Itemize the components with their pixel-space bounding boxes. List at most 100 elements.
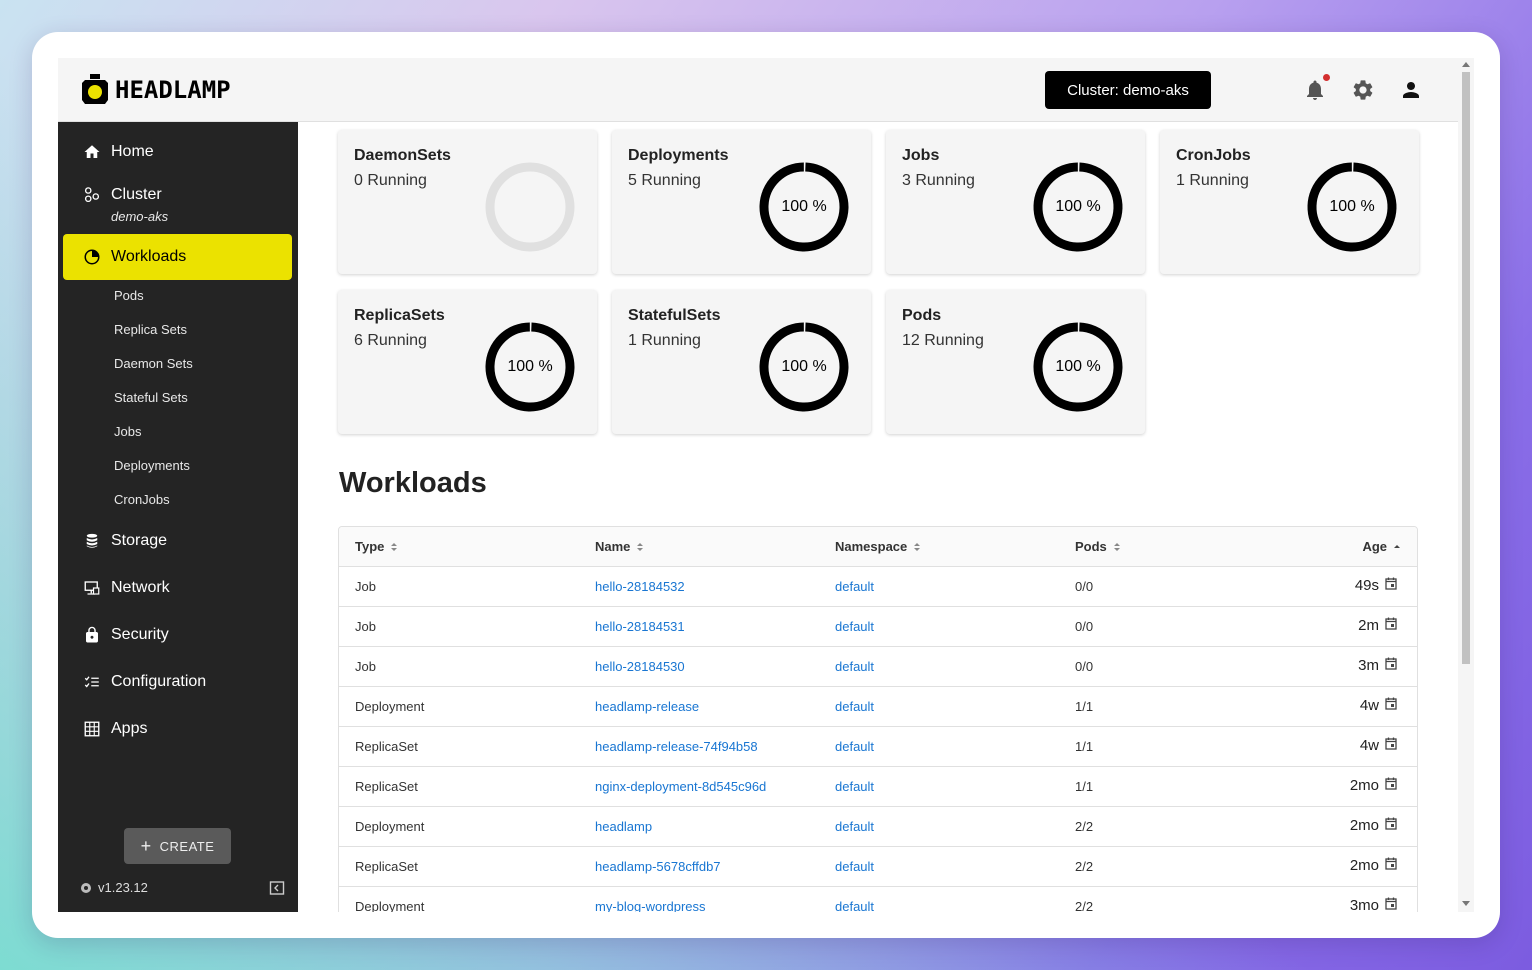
sidebar-subitem-deployments[interactable]: Deployments [114,458,190,473]
summary-card-pods[interactable]: Pods 12 Running 100 % [886,290,1145,434]
calendar-icon[interactable] [1385,617,1397,630]
donut-percent-label: 100 % [1055,198,1101,215]
column-header-pods[interactable]: Pods [1075,539,1121,554]
sidebar-subitem-cronjobs[interactable]: CronJobs [114,492,170,507]
headlamp-logo[interactable]: HEADLAMP [81,74,231,106]
calendar-icon[interactable] [1385,657,1397,670]
calendar-icon[interactable] [1385,817,1397,830]
summary-card-cronjobs[interactable]: CronJobs 1 Running 100 % [1160,130,1419,274]
cell-name-link[interactable]: my-blog-wordpress [595,899,706,912]
cell-namespace-link[interactable]: default [835,859,874,874]
settings-gear-icon[interactable] [1351,78,1375,102]
cell-pods: 2/2 [1075,859,1094,874]
cluster-icon [84,187,100,203]
home-icon [84,145,100,158]
sidebar-item-label: Security [111,626,169,643]
summary-card-deployments[interactable]: Deployments 5 Running 100 % [612,130,871,274]
cell-name-link[interactable]: headlamp [595,819,652,834]
column-header-name[interactable]: Name [595,539,644,554]
headlamp-logo-icon [82,74,108,104]
cell-name-link[interactable]: headlamp-release-74f94b58 [595,739,758,754]
donut-percent-label [484,161,576,253]
sidebar-subitem-jobs[interactable]: Jobs [114,424,141,439]
cell-name-link[interactable]: nginx-deployment-8d545c96d [595,779,766,794]
cell-namespace-link[interactable]: default [835,899,874,912]
summary-card-daemonsets[interactable]: DaemonSets 0 Running [338,130,597,274]
calendar-icon[interactable] [1385,897,1397,910]
scroll-up-arrow-icon[interactable] [1462,61,1470,67]
cluster-button[interactable]: Cluster: demo-aks [1045,71,1211,109]
summary-card-statefulsets[interactable]: StatefulSets 1 Running 100 % [612,290,871,434]
scroll-down-arrow-icon[interactable] [1462,901,1470,907]
user-account-icon[interactable] [1399,78,1423,102]
page-scrollbar[interactable] [1458,58,1474,912]
sort-icon [391,542,398,551]
sidebar-item-label: Workloads [111,248,187,265]
sidebar-item-label: Storage [111,532,168,549]
cell-namespace-link[interactable]: default [835,819,874,834]
cell-namespace-link[interactable]: default [835,659,874,674]
cell-pods: 0/0 [1075,619,1094,634]
app-window: HEADLAMP Cluster: demo-aks Home Cluster … [32,32,1500,938]
sidebar-item-workloads[interactable]: Workloads [63,234,292,280]
network-monitor-icon [84,581,100,595]
summary-card-replicasets[interactable]: ReplicaSets 6 Running 100 % [338,290,597,434]
sidebar-item-label: Network [111,579,170,596]
sidebar-item-configuration[interactable]: Configuration [63,660,292,704]
calendar-icon[interactable] [1385,577,1397,590]
calendar-icon[interactable] [1385,737,1397,750]
collapse-sidebar-icon[interactable] [269,880,285,896]
cell-name-link[interactable]: hello-28184530 [595,659,685,674]
version-info[interactable]: v1.23.12 [80,880,148,895]
column-header-type[interactable]: Type [355,539,398,554]
storage-database-icon [86,533,98,548]
column-header-label: Name [595,539,631,554]
sidebar-subitem-replica-sets[interactable]: Replica Sets [114,322,187,337]
table-row: ReplicaSet nginx-deployment-8d545c96d defa… [339,767,1417,807]
sidebar-item-storage[interactable]: Storage [63,519,292,563]
cell-name-link[interactable]: hello-28184532 [595,579,685,594]
cell-namespace-link[interactable]: default [835,699,874,714]
create-button[interactable]: + CREATE [124,828,231,864]
column-header-label: Pods [1075,539,1107,554]
donut-percent-label: 100 % [1329,198,1375,215]
cell-age: 49s [1354,577,1379,594]
cell-namespace-link[interactable]: default [835,739,874,754]
notifications-bell-icon[interactable] [1303,78,1327,102]
configuration-checklist-icon [84,676,99,688]
cell-type: ReplicaSet [355,859,418,874]
sidebar-subitem-stateful-sets[interactable]: Stateful Sets [114,390,188,405]
cell-pods: 0/0 [1075,579,1094,594]
table-row: ReplicaSet headlamp-5678cffdb7 default 2/2 2… [339,847,1417,887]
sidebar-item-network[interactable]: Network [63,566,292,610]
calendar-icon[interactable] [1385,697,1397,710]
sidebar-item-label: Cluster [111,186,162,203]
cell-name-link[interactable]: headlamp-release [595,699,699,714]
sidebar-subitem-pods[interactable]: Pods [114,288,144,303]
cell-name-link[interactable]: headlamp-5678cffdb7 [595,859,721,874]
sidebar-item-home[interactable]: Home [63,130,292,174]
sidebar-item-cluster[interactable]: Cluster [63,173,292,217]
card-running-count: 5 Running [628,172,701,189]
kubernetes-helm-icon [81,882,91,893]
table-row: Job hello-28184531 default 0/0 2m [339,607,1417,647]
plus-icon: + [140,836,152,856]
cell-namespace-link[interactable]: default [835,579,874,594]
column-header-namespace[interactable]: Namespace [835,539,921,554]
headlamp-app: HEADLAMP Cluster: demo-aks Home Cluster … [58,58,1474,912]
summary-card-jobs[interactable]: Jobs 3 Running 100 % [886,130,1145,274]
sidebar-item-apps[interactable]: Apps [63,707,292,751]
cell-namespace-link[interactable]: default [835,619,874,634]
sidebar-subitem-daemon-sets[interactable]: Daemon Sets [114,356,193,371]
sidebar-item-security[interactable]: Security [63,613,292,657]
cell-name-link[interactable]: hello-28184531 [595,619,685,634]
card-title: ReplicaSets [354,307,445,324]
calendar-icon[interactable] [1385,857,1397,870]
table-row: Job hello-28184530 default 0/0 3m [339,647,1417,687]
cell-namespace-link[interactable]: default [835,779,874,794]
cell-pods: 1/1 [1075,779,1094,794]
column-header-label: Type [355,539,385,554]
scrollbar-thumb[interactable] [1462,72,1470,664]
calendar-icon[interactable] [1385,777,1397,790]
column-header-age[interactable]: Age [1362,539,1401,554]
